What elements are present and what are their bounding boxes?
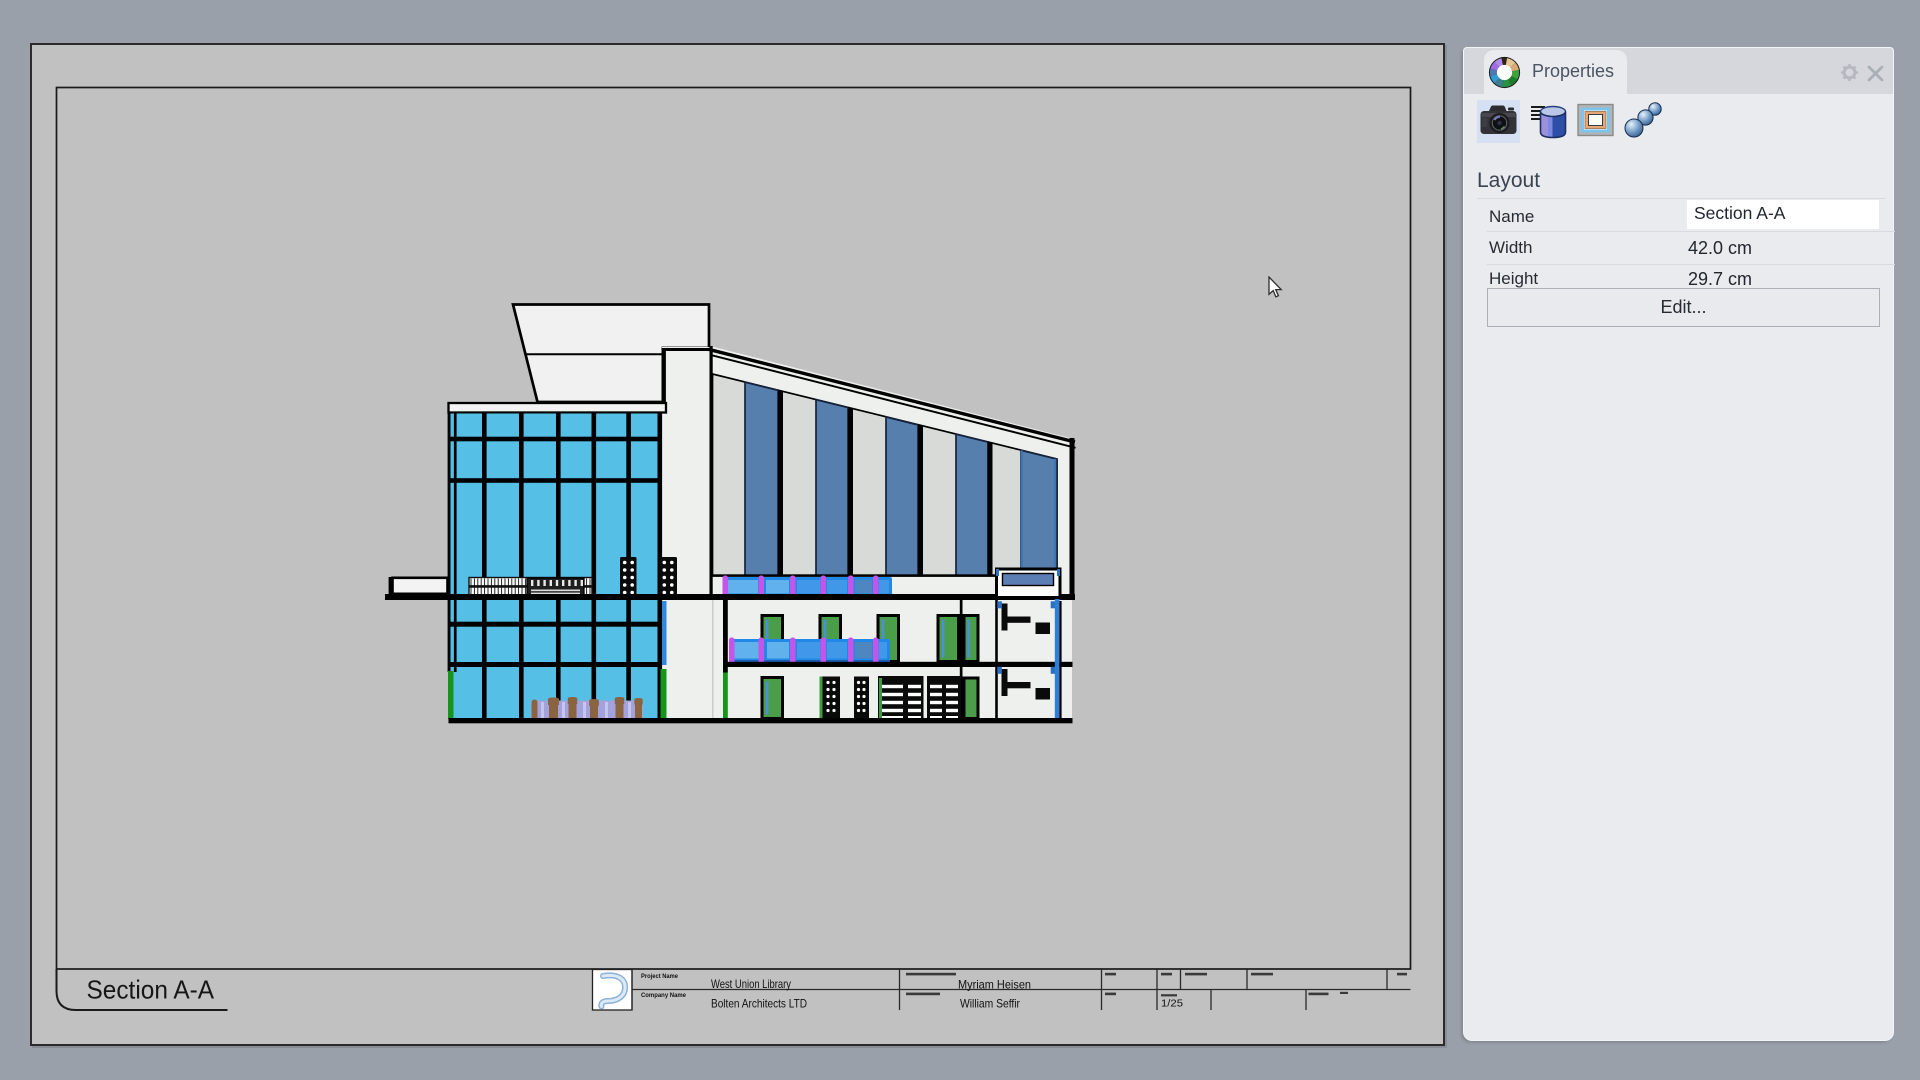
svg-text:1/25: 1/25: [1161, 998, 1183, 1010]
svg-text:Company Name: Company Name: [641, 992, 686, 999]
svg-text:Bolten Architects LTD: Bolten Architects LTD: [711, 997, 807, 1011]
svg-text:Project Name: Project Name: [641, 973, 678, 980]
svg-text:Myriam Heisen: Myriam Heisen: [958, 978, 1031, 992]
svg-text:William Seffir: William Seffir: [960, 997, 1020, 1011]
svg-text:Section A-A: Section A-A: [87, 975, 215, 1005]
svg-text:West Union Library: West Union Library: [711, 977, 791, 991]
